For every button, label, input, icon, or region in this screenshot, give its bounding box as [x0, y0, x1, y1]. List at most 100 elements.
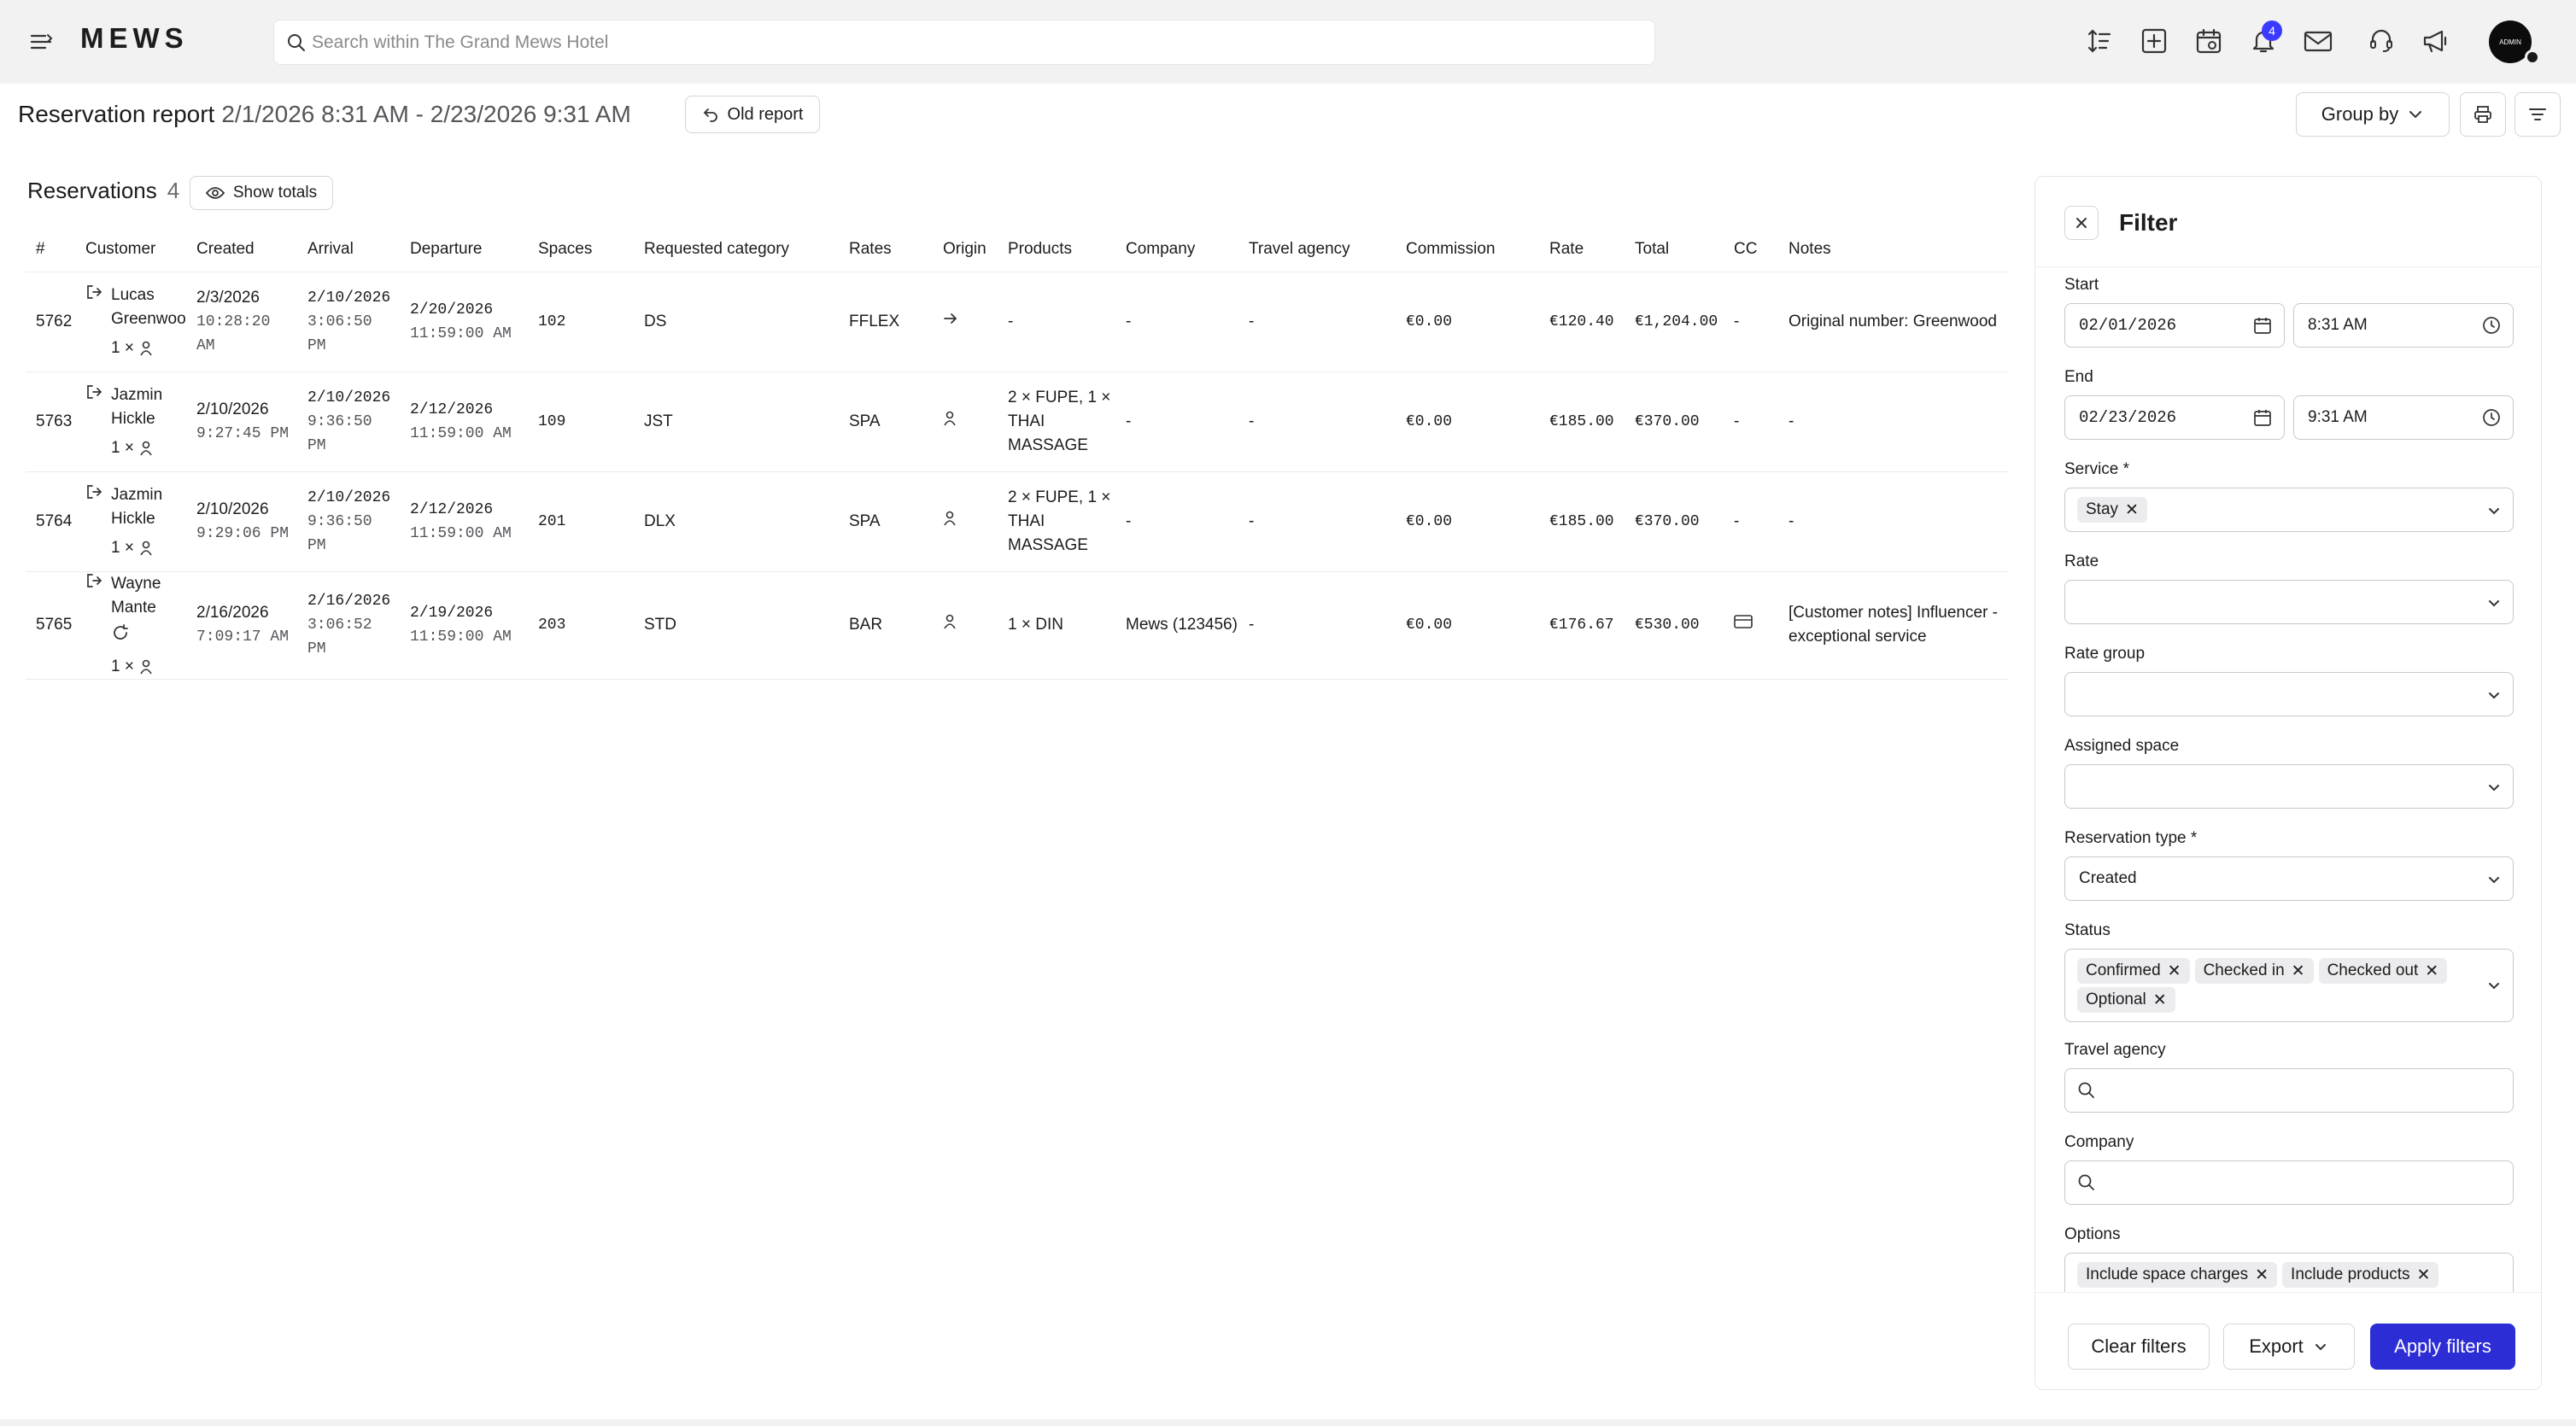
table-row[interactable]: 5764 Jazmin Hickle 1 × 2/10/2026 9:29:06 …: [26, 471, 2009, 572]
status-select[interactable]: Confirmed ✕ Checked in ✕ Checked out ✕ Optiona…: [2064, 949, 2514, 1022]
close-filter-button[interactable]: [2064, 206, 2099, 240]
clear-filters-button[interactable]: Clear filters: [2068, 1324, 2210, 1370]
reservations-table: # Customer Created Arrival Departure Spa…: [26, 227, 2009, 680]
total-cell: €370.00: [1625, 371, 1724, 472]
remove-chip-icon[interactable]: ✕: [2416, 1265, 2430, 1285]
option-chip[interactable]: Include products ✕: [2282, 1262, 2439, 1288]
chevron-down-icon: [2489, 983, 2499, 990]
hamburger-icon[interactable]: [29, 31, 53, 55]
status-chip[interactable]: Checked out ✕: [2318, 958, 2448, 984]
apply-filters-button[interactable]: Apply filters: [2370, 1324, 2515, 1370]
customer-name[interactable]: Lucas Greenwood: [111, 283, 186, 331]
travel-agency-search[interactable]: [2064, 1068, 2514, 1113]
megaphone-icon[interactable]: [2421, 26, 2451, 56]
column-header[interactable]: Rate: [1539, 227, 1625, 272]
reservation-number[interactable]: 5765: [26, 571, 75, 680]
service-select[interactable]: Stay ✕: [2064, 488, 2514, 532]
category-cell: DLX: [634, 471, 839, 572]
remove-chip-icon[interactable]: ✕: [2168, 961, 2181, 981]
created-cell: 2/10/2026 9:29:06 PM: [186, 471, 297, 572]
customer-cell[interactable]: Jazmin Hickle 1 ×: [75, 371, 186, 472]
search-input[interactable]: [312, 27, 1627, 58]
column-header[interactable]: Requested category: [634, 227, 839, 272]
assigned-space-select[interactable]: [2064, 764, 2514, 809]
remove-chip-icon[interactable]: ✕: [2255, 1265, 2269, 1285]
remove-chip-icon[interactable]: ✕: [2425, 961, 2438, 981]
old-report-button[interactable]: Old report: [685, 96, 820, 133]
status-chip[interactable]: Optional ✕: [2077, 987, 2175, 1013]
add-icon[interactable]: [2139, 26, 2169, 56]
table-row[interactable]: 5763 Jazmin Hickle 1 × 2/10/2026 9:27:45 …: [26, 371, 2009, 472]
customer-name[interactable]: Jazmin Hickle: [111, 383, 186, 431]
service-chip[interactable]: Stay ✕: [2077, 497, 2147, 523]
column-header[interactable]: Arrival: [297, 227, 400, 272]
travel-agency-cell: -: [1238, 571, 1396, 680]
group-by-button[interactable]: Group by: [2296, 92, 2450, 137]
customer-name[interactable]: Wayne Mante: [111, 572, 186, 620]
column-header[interactable]: Departure: [400, 227, 528, 272]
show-totals-button[interactable]: Show totals: [190, 176, 333, 210]
reservation-number[interactable]: 5762: [26, 272, 75, 372]
start-date-field[interactable]: 02/01/2026: [2064, 303, 2285, 348]
column-header[interactable]: Customer: [75, 227, 186, 272]
filter-toggle-button[interactable]: [2515, 92, 2561, 137]
end-time-field[interactable]: 9:31 AM: [2293, 395, 2514, 440]
occupancy: 1 ×: [111, 436, 186, 460]
print-button[interactable]: [2460, 92, 2506, 137]
reservation-type-select[interactable]: Created: [2064, 856, 2514, 901]
column-header[interactable]: #: [26, 227, 75, 272]
start-time-field[interactable]: 8:31 AM: [2293, 303, 2514, 348]
chevron-down-icon: [2489, 877, 2499, 884]
mail-icon[interactable]: [2303, 26, 2333, 56]
customer-cell[interactable]: Lucas Greenwood 1 ×: [75, 272, 186, 372]
column-header[interactable]: Notes: [1778, 227, 2009, 272]
column-header[interactable]: Rates: [839, 227, 933, 272]
arrival-date: 2/10/2026: [307, 289, 391, 307]
end-date-field[interactable]: 02/23/2026: [2064, 395, 2285, 440]
customer-name[interactable]: Jazmin Hickle: [111, 483, 186, 531]
rate-select[interactable]: [2064, 580, 2514, 624]
support-icon[interactable]: [2366, 26, 2397, 56]
column-header[interactable]: Origin: [933, 227, 998, 272]
total-cell: €1,204.00: [1625, 272, 1724, 372]
company-search[interactable]: [2064, 1160, 2514, 1205]
arrow-right-icon: [944, 313, 957, 324]
column-header[interactable]: Company: [1115, 227, 1238, 272]
cc-cell: [1724, 571, 1778, 680]
customer-cell[interactable]: Wayne Mante 1 ×: [75, 571, 186, 680]
column-header[interactable]: Total: [1625, 227, 1724, 272]
person-icon: [140, 659, 152, 674]
rate-group-select[interactable]: [2064, 672, 2514, 716]
column-header[interactable]: Created: [186, 227, 297, 272]
search-icon: [2078, 1174, 2094, 1190]
reservation-number[interactable]: 5764: [26, 471, 75, 572]
status-chip[interactable]: Checked in ✕: [2194, 958, 2314, 984]
customer-cell[interactable]: Jazmin Hickle 1 ×: [75, 471, 186, 572]
global-search[interactable]: [273, 20, 1655, 65]
column-header[interactable]: Spaces: [528, 227, 634, 272]
option-chip[interactable]: Include space charges ✕: [2077, 1262, 2278, 1288]
column-header[interactable]: Travel agency: [1238, 227, 1396, 272]
reservation-number[interactable]: 5763: [26, 371, 75, 472]
cc-cell: -: [1724, 272, 1778, 372]
table-row[interactable]: 5762 Lucas Greenwood 1 × 2/3/2026 10:28:2…: [26, 272, 2009, 372]
mews-logo[interactable]: MEWS: [80, 22, 189, 55]
remove-chip-icon[interactable]: ✕: [2125, 500, 2139, 520]
column-header[interactable]: CC: [1724, 227, 1778, 272]
filter-footer: Clear filters Export Apply filters: [2035, 1292, 2541, 1389]
remove-chip-icon[interactable]: ✕: [2153, 991, 2167, 1010]
table-row[interactable]: 5765 Wayne Mante 1 × 2/16/2026 7:09:17 AM…: [26, 571, 2009, 680]
remove-chip-icon[interactable]: ✕: [2292, 961, 2305, 981]
check-in-icon: [87, 573, 102, 587]
calendar-icon[interactable]: [2193, 26, 2224, 56]
status-chip[interactable]: Confirmed ✕: [2077, 958, 2190, 984]
column-header[interactable]: Products: [998, 227, 1115, 272]
total-cell: €370.00: [1625, 471, 1724, 572]
column-header[interactable]: Commission: [1396, 227, 1539, 272]
sort-icon[interactable]: [2084, 26, 2115, 56]
close-icon: [2076, 218, 2087, 228]
created-date: 2/10/2026: [196, 500, 269, 518]
export-button[interactable]: Export: [2223, 1324, 2355, 1370]
report-date-range: 2/1/2026 8:31 AM - 2/23/2026 9:31 AM: [221, 101, 631, 127]
table-header-row: # Customer Created Arrival Departure Spa…: [26, 227, 2009, 272]
